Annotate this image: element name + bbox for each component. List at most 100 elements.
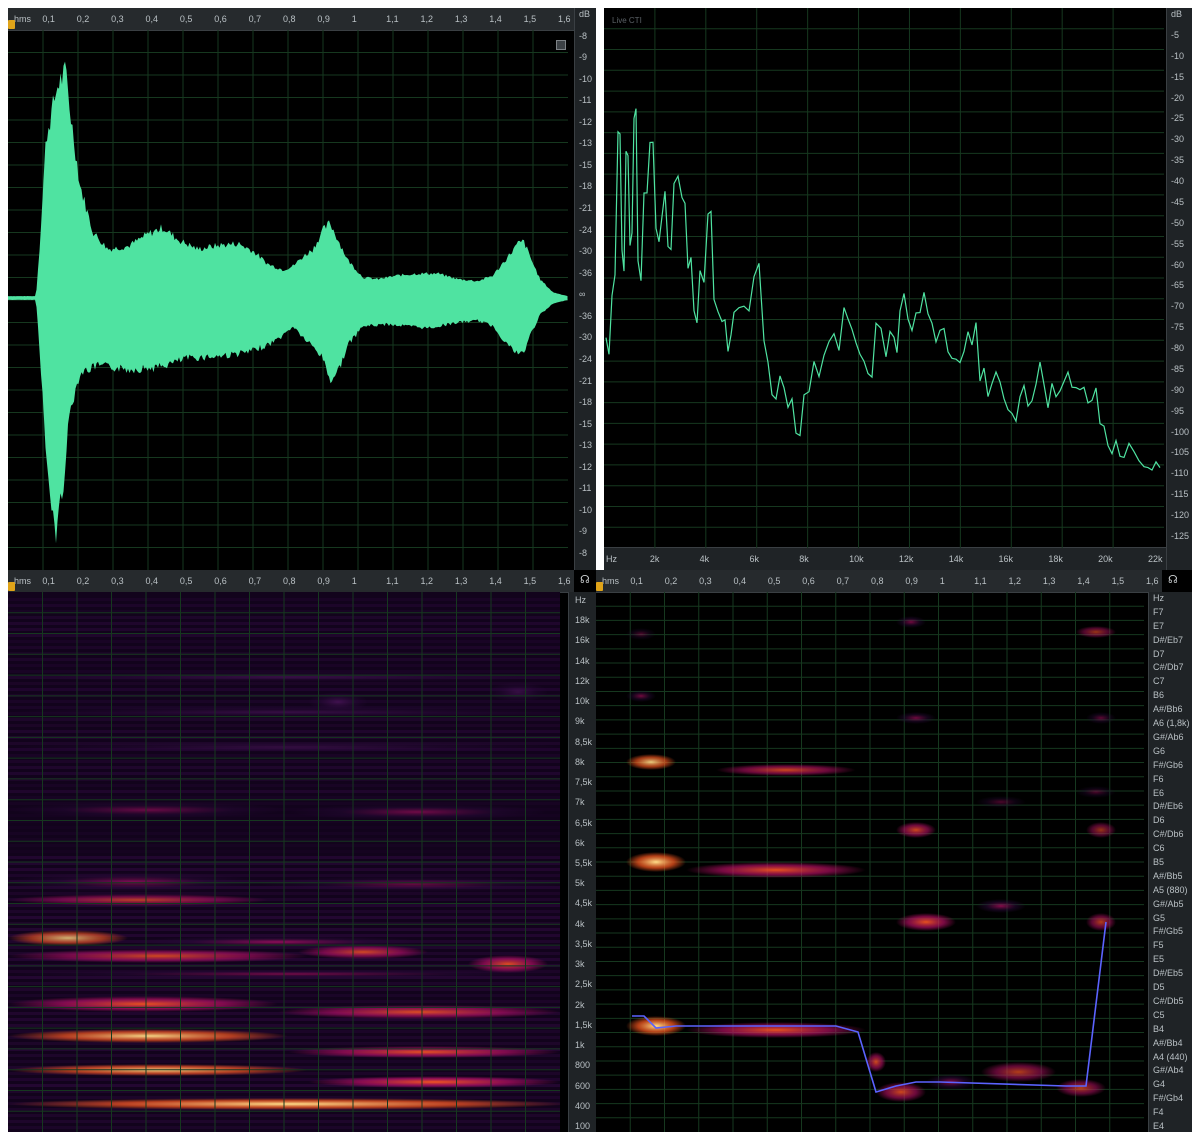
axis-tick-label: A#/Bb4 bbox=[1153, 1037, 1183, 1048]
time-tick-label: 0,7 bbox=[248, 14, 262, 24]
axis-tick-label: 18k bbox=[575, 615, 590, 626]
playhead-marker-icon[interactable] bbox=[596, 582, 603, 591]
time-tick-label: 0,6 bbox=[802, 576, 815, 586]
heat-band bbox=[8, 894, 268, 906]
spectrogram-display[interactable] bbox=[8, 592, 560, 1132]
hz-tick-label: Hz bbox=[606, 554, 617, 564]
time-tick-label: 1,3 bbox=[454, 14, 468, 24]
axis-tick-label: 400 bbox=[575, 1100, 591, 1111]
db-ruler: dB -8 -9 -10 -11 -12 -13 -15 -18 -21 -24 -30 -36 ∞ -36… bbox=[574, 8, 596, 570]
axis-tick-label: F4 bbox=[1153, 1107, 1164, 1118]
spectrogram-panel[interactable]: hms 0,1 0,2 0,3 0,4 0,5 0,6 0,7 0,8 0,9 1 1,1 1,2 1,3… bbox=[8, 570, 596, 1132]
axis-tick-label: 1,5k bbox=[575, 1019, 593, 1030]
heat-band bbox=[626, 690, 656, 702]
time-ruler[interactable]: hms 0,1 0,2 0,3 0,4 0,5 0,6 0,7 0,8 0,9 1 1,1 1,2 1,3… bbox=[596, 570, 1162, 593]
axis-tick-label: B4 bbox=[1153, 1023, 1165, 1034]
time-tick-label: 0,4 bbox=[145, 14, 159, 24]
time-tick-label: hms bbox=[14, 576, 32, 586]
axis-tick-label: 2,5k bbox=[575, 979, 593, 990]
axis-tick-label: C6 bbox=[1153, 843, 1165, 854]
axis-tick-label: -125 bbox=[1171, 531, 1190, 541]
axis-tick-label: 100 bbox=[575, 1121, 591, 1131]
axis-tick-label: Hz bbox=[1153, 593, 1164, 603]
axis-tick-label: E7 bbox=[1153, 620, 1165, 631]
spectrum-hz-ruler: Hz 2k 4k 6k 8k 10k 12k 14k 16k 18k 20k 22k bbox=[604, 547, 1166, 570]
axis-tick-label: G5 bbox=[1153, 912, 1166, 923]
heat-band bbox=[1076, 786, 1116, 798]
axis-tick-label: C#/Db7 bbox=[1153, 662, 1184, 673]
heat-band bbox=[976, 899, 1026, 913]
headphones-icon[interactable]: ☊ bbox=[1168, 575, 1178, 586]
time-tick-label: 0,5 bbox=[179, 14, 193, 24]
heat-band bbox=[288, 1046, 560, 1058]
axis-tick-label: -80 bbox=[1171, 343, 1185, 354]
heat-band bbox=[686, 1022, 866, 1038]
time-tick-label: 0,2 bbox=[664, 576, 678, 586]
axis-tick-label: 9k bbox=[575, 716, 585, 727]
spectrum-panel[interactable]: Live CTI dB -5 -10 -15 -20 -25 -30 -35 -40 -45 -50… bbox=[604, 8, 1192, 570]
time-tick-label: 0,7 bbox=[248, 576, 262, 586]
axis-tick-label: -25 bbox=[1171, 113, 1185, 124]
hz-tick-label: 18k bbox=[1048, 554, 1063, 564]
time-tick-label: 1,1 bbox=[386, 576, 399, 586]
axis-tick-label: -11 bbox=[579, 483, 592, 494]
time-tick-label: 0,8 bbox=[283, 576, 296, 586]
headphones-icon[interactable]: ☊ bbox=[580, 575, 590, 586]
axis-tick-label: 16k bbox=[575, 635, 590, 646]
heat-band bbox=[128, 936, 428, 948]
axis-tick-label: C#/Db6 bbox=[1153, 829, 1184, 840]
heat-band bbox=[626, 852, 686, 872]
axis-tick-label: -30 bbox=[1171, 134, 1185, 145]
axis-tick-label: -15 bbox=[579, 159, 593, 170]
axis-tick-label: -100 bbox=[1171, 426, 1190, 437]
axis-tick-label: F#/Gb6 bbox=[1153, 759, 1184, 770]
time-ruler[interactable]: hms 0,1 0,2 0,3 0,4 0,5 0,6 0,7 0,8 0,9 1 1,1 1,2 1,3… bbox=[8, 570, 574, 593]
waveform-panel[interactable]: hms 0,1 0,2 0,3 0,4 0,5 0,6 0,7 0,8 0,9 1 1,1 1,2 1,3… bbox=[8, 8, 596, 570]
axis-tick-label: A6 (1,8k) bbox=[1153, 718, 1190, 729]
pitch-panel[interactable]: hms 0,1 0,2 0,3 0,4 0,5 0,6 0,7 0,8 0,9 1 1,1 1,2 1,3… bbox=[596, 570, 1192, 1132]
heat-band bbox=[8, 802, 288, 818]
axis-tick-label: -35 bbox=[1171, 155, 1185, 166]
heat-band bbox=[1086, 913, 1116, 931]
axis-tick-label: 14k bbox=[575, 655, 590, 666]
axis-tick-label: E4 bbox=[1153, 1121, 1165, 1131]
axis-tick-label: -75 bbox=[1171, 322, 1185, 333]
playhead-marker-icon[interactable] bbox=[8, 20, 15, 29]
heat-band bbox=[896, 712, 936, 724]
time-tick-label: 0,3 bbox=[699, 576, 712, 586]
time-tick-label: 0,4 bbox=[145, 576, 159, 586]
axis-tick-label: A5 (880) bbox=[1153, 884, 1188, 895]
axis-tick-label: -13 bbox=[579, 138, 593, 149]
axis-tick-label: -120 bbox=[1171, 510, 1190, 521]
heat-band bbox=[468, 955, 548, 973]
axis-tick-label: -21 bbox=[579, 375, 593, 386]
spectrum-display[interactable] bbox=[604, 8, 1164, 548]
axis-tick-label: 5,5k bbox=[575, 858, 593, 868]
hz-tick-label: 4k bbox=[699, 554, 710, 564]
time-ruler[interactable]: hms 0,1 0,2 0,3 0,4 0,5 0,6 0,7 0,8 0,9 1 1,1 1,2 1,3… bbox=[8, 8, 574, 31]
axis-tick-label: 7k bbox=[575, 797, 585, 808]
axis-tick-label: -9 bbox=[579, 526, 588, 537]
axis-tick-label: -11 bbox=[579, 95, 592, 106]
time-tick-label: 1,2 bbox=[1008, 576, 1022, 586]
axis-tick-label: -60 bbox=[1171, 259, 1185, 270]
time-tick-label: 1,4 bbox=[489, 576, 502, 586]
axis-tick-label: 3k bbox=[575, 959, 585, 970]
pitch-display[interactable] bbox=[596, 592, 1144, 1132]
axis-tick-label: -10 bbox=[579, 504, 593, 515]
playhead-marker-icon[interactable] bbox=[8, 582, 15, 591]
hz-tick-label: 10k bbox=[849, 554, 864, 564]
axis-tick-label: -15 bbox=[1171, 71, 1185, 82]
waveform-display[interactable] bbox=[8, 30, 568, 570]
axis-tick-label: -9 bbox=[579, 52, 588, 63]
axis-tick-label: A#/Bb6 bbox=[1153, 704, 1183, 715]
axis-tick-label: -95 bbox=[1171, 405, 1185, 416]
heat-band bbox=[1086, 822, 1116, 838]
axis-tick-label: G#/Ab6 bbox=[1153, 731, 1184, 742]
axis-tick-label: 4k bbox=[575, 918, 585, 929]
time-tick-label: 1,5 bbox=[523, 576, 537, 586]
time-tick-label: 0,6 bbox=[214, 576, 227, 586]
time-tick-label: 0,2 bbox=[76, 14, 90, 24]
time-tick-label: 0,4 bbox=[733, 576, 747, 586]
axis-tick-label: 8,5k bbox=[575, 736, 593, 747]
